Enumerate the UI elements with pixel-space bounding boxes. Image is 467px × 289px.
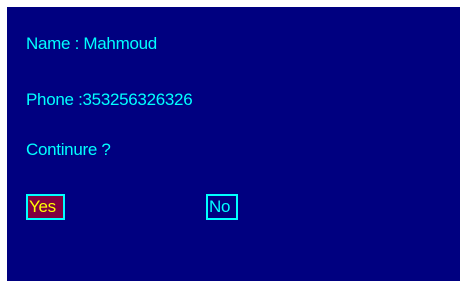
name-text: Name : Mahmoud: [26, 34, 157, 53]
phone-text: Phone :353256326326: [26, 90, 193, 109]
no-button[interactable]: No: [206, 194, 238, 220]
continue-prompt: Continure ?: [26, 140, 111, 159]
dialog-window: Name : Mahmoud Phone :353256326326 Conti…: [7, 7, 460, 281]
yes-button[interactable]: Yes: [26, 194, 65, 220]
